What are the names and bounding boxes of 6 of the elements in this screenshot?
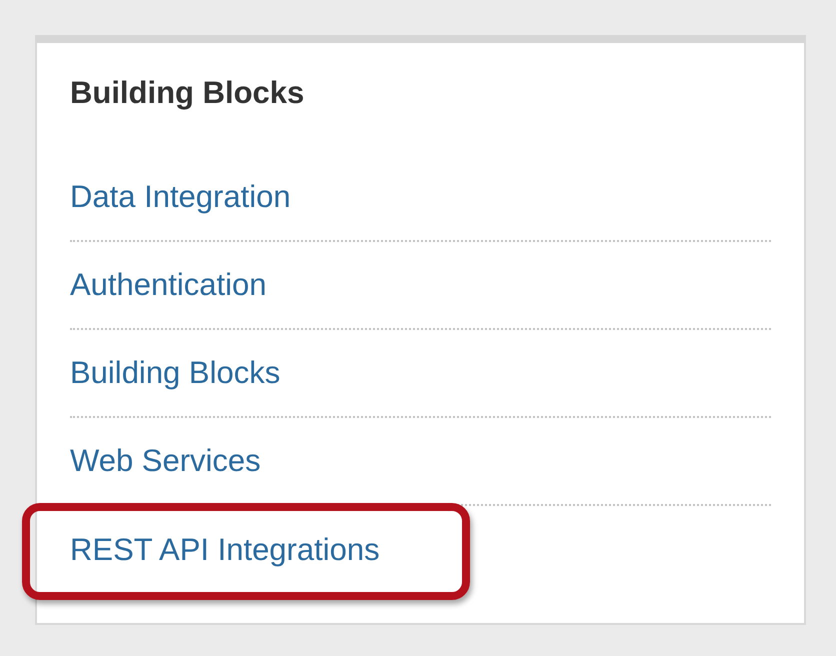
nav-link[interactable]: Authentication bbox=[70, 265, 266, 305]
nav-link[interactable]: REST API Integrations bbox=[70, 530, 380, 570]
panel-title: Building Blocks bbox=[70, 74, 304, 112]
nav-link[interactable]: Building Blocks bbox=[70, 353, 280, 393]
nav-link[interactable]: Data Integration bbox=[70, 177, 291, 217]
nav-link[interactable]: Web Services bbox=[70, 441, 261, 481]
